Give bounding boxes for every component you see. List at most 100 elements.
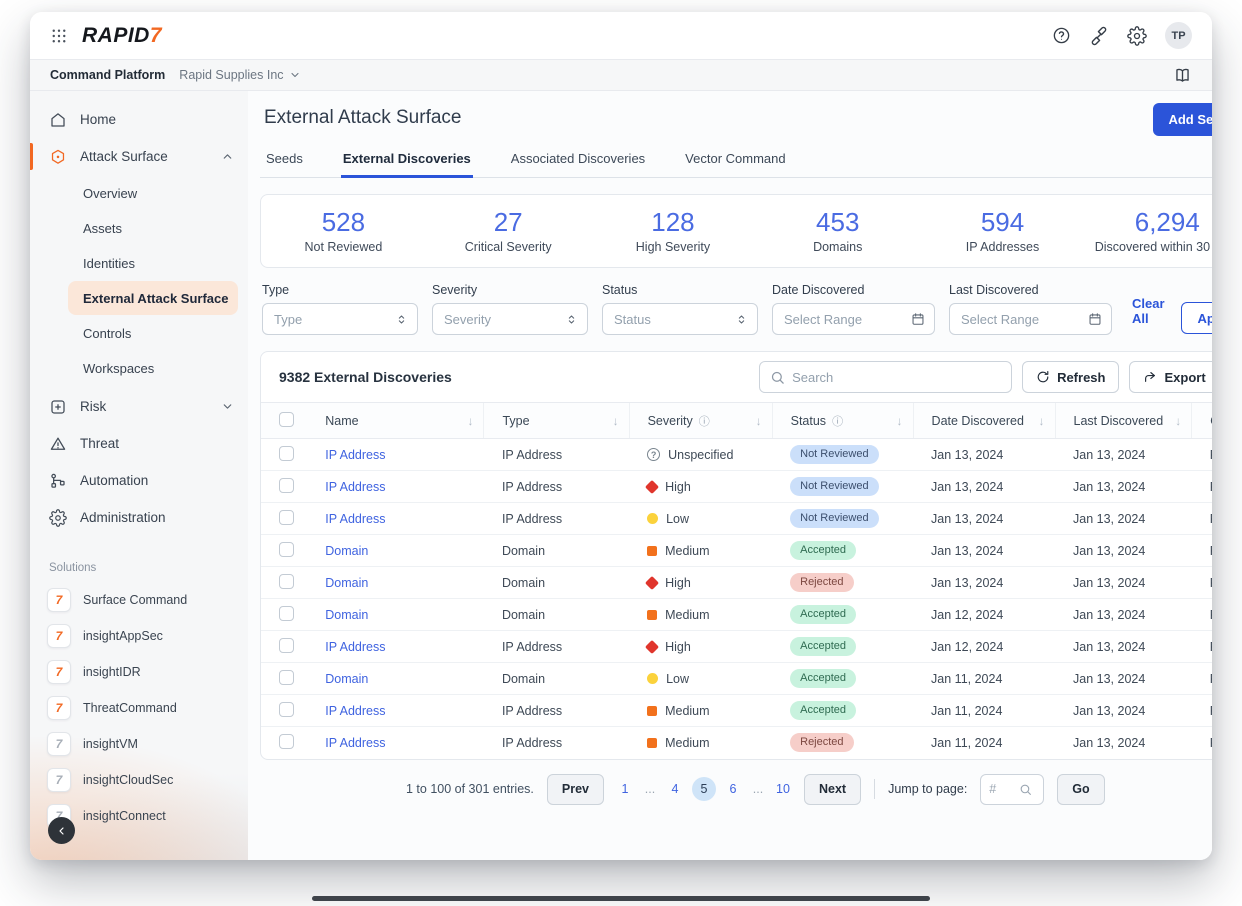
filter-label: Status bbox=[602, 283, 758, 297]
solution-item[interactable]: 7 ThreatCommand bbox=[30, 690, 248, 726]
filter-selects: Type Type Severity Severity Status Statu… bbox=[262, 283, 758, 335]
next-page-button[interactable]: Next bbox=[804, 774, 861, 805]
sidebar-collapse-button[interactable] bbox=[48, 817, 75, 844]
row-checkbox[interactable] bbox=[279, 574, 294, 589]
row-name-link[interactable]: IP Address bbox=[325, 448, 385, 462]
gear-icon[interactable] bbox=[1127, 26, 1147, 46]
severity-label: Low bbox=[666, 672, 689, 686]
row-type: IP Address bbox=[502, 480, 562, 494]
sidebar-item-risk[interactable]: Risk bbox=[30, 388, 248, 425]
column-header[interactable]: Owner ↓ bbox=[1192, 403, 1212, 439]
risk-icon bbox=[49, 398, 67, 416]
row-type: IP Address bbox=[502, 448, 562, 462]
page-number[interactable]: 5 bbox=[692, 777, 716, 801]
row-name-link[interactable]: IP Address bbox=[325, 512, 385, 526]
sidebar-subitem[interactable]: External Attack Surface bbox=[68, 281, 238, 315]
row-checkbox[interactable] bbox=[279, 606, 294, 621]
filter-select[interactable]: Type bbox=[262, 303, 418, 335]
info-icon[interactable]: ⓘ bbox=[699, 413, 710, 429]
apply-button[interactable]: Apply bbox=[1181, 302, 1212, 334]
sidebar-subitem[interactable]: Controls bbox=[30, 316, 238, 350]
stat-value: 128 bbox=[591, 206, 756, 238]
sidebar-subitem[interactable]: Assets bbox=[30, 211, 238, 245]
column-header[interactable]: Type ↓ bbox=[484, 403, 629, 439]
column-header[interactable]: Severity ⓘ ↓ bbox=[629, 403, 772, 439]
column-header[interactable]: Status ⓘ ↓ bbox=[772, 403, 913, 439]
date-range-picker[interactable]: Select Range bbox=[772, 303, 935, 335]
row-date-discovered: Jan 11, 2024 bbox=[931, 672, 1002, 686]
sidebar-item-threat[interactable]: Threat bbox=[30, 425, 248, 462]
row-checkbox[interactable] bbox=[279, 478, 294, 493]
row-owner: RAPID bbox=[1210, 480, 1212, 494]
go-button[interactable]: Go bbox=[1057, 774, 1104, 805]
sidebar-subitem[interactable]: Workspaces bbox=[30, 351, 238, 385]
row-type: Domain bbox=[502, 544, 545, 558]
date-range-picker[interactable]: Select Range bbox=[949, 303, 1112, 335]
page-number[interactable]: 1 bbox=[617, 782, 633, 796]
filter-select[interactable]: Status bbox=[602, 303, 758, 335]
org-selector[interactable]: Rapid Supplies Inc bbox=[179, 68, 300, 82]
row-name-link[interactable]: Domain bbox=[325, 672, 368, 686]
row-checkbox[interactable] bbox=[279, 446, 294, 461]
select-all-checkbox[interactable] bbox=[279, 412, 294, 427]
row-checkbox[interactable] bbox=[279, 702, 294, 717]
refresh-button[interactable]: Refresh bbox=[1022, 361, 1119, 393]
tab[interactable]: Seeds bbox=[264, 145, 305, 178]
solution-item[interactable]: 7 insightVM bbox=[30, 726, 248, 762]
app-launcher-grid-icon[interactable] bbox=[50, 27, 68, 45]
column-header[interactable]: Last Discovered ↓ bbox=[1055, 403, 1192, 439]
sidebar-subitem[interactable]: Identities bbox=[30, 246, 238, 280]
docs-book-icon[interactable] bbox=[1173, 66, 1192, 85]
add-seeds-button[interactable]: Add Seeds bbox=[1153, 103, 1212, 136]
row-last-discovered: Jan 13, 2024 bbox=[1073, 704, 1145, 718]
tab[interactable]: Vector Command bbox=[683, 145, 787, 178]
solution-item[interactable]: 7 Surface Command bbox=[30, 582, 248, 618]
sidebar-item-administration[interactable]: Administration bbox=[30, 499, 248, 536]
export-button[interactable]: Export bbox=[1129, 361, 1212, 393]
tab-label: Associated Discoveries bbox=[511, 151, 645, 166]
jump-to-page-input[interactable] bbox=[989, 782, 1015, 796]
sidebar-item-attack-surface[interactable]: Attack Surface bbox=[30, 138, 248, 175]
row-name-link[interactable]: Domain bbox=[325, 576, 368, 590]
solution-item[interactable]: 7 insightIDR bbox=[30, 654, 248, 690]
column-header[interactable]: Date Discovered ↓ bbox=[913, 403, 1055, 439]
row-name-link[interactable]: Domain bbox=[325, 544, 368, 558]
filter-select[interactable]: Severity bbox=[432, 303, 588, 335]
column-header[interactable]: Name ↓ bbox=[307, 403, 484, 439]
row-name-link[interactable]: Domain bbox=[325, 608, 368, 622]
sidebar-item-label: Administration bbox=[80, 510, 166, 525]
solution-item[interactable]: 7 insightAppSec bbox=[30, 618, 248, 654]
row-checkbox[interactable] bbox=[279, 670, 294, 685]
row-name-link[interactable]: IP Address bbox=[325, 480, 385, 494]
page-number[interactable]: 10 bbox=[775, 782, 791, 796]
sidebar-item-home[interactable]: Home bbox=[30, 101, 248, 138]
row-name-link[interactable]: IP Address bbox=[325, 736, 385, 750]
sidebar-subitem[interactable]: Overview bbox=[30, 176, 238, 210]
page-number[interactable]: 4 bbox=[667, 782, 683, 796]
prev-page-button[interactable]: Prev bbox=[547, 774, 604, 805]
row-checkbox[interactable] bbox=[279, 638, 294, 653]
row-checkbox[interactable] bbox=[279, 510, 294, 525]
attack-surface-children: Overview Assets Identities External Atta… bbox=[30, 176, 248, 385]
table-row: Domain Domain Low Accepted Jan 11, 2024 … bbox=[261, 663, 1212, 695]
plugin-icon[interactable] bbox=[1089, 26, 1109, 46]
row-checkbox[interactable] bbox=[279, 542, 294, 557]
row-name-link[interactable]: IP Address bbox=[325, 640, 385, 654]
clear-all-button[interactable]: Clear All bbox=[1132, 296, 1165, 326]
page-number[interactable]: 6 bbox=[725, 782, 741, 796]
row-name-link[interactable]: IP Address bbox=[325, 704, 385, 718]
help-icon[interactable] bbox=[1052, 26, 1071, 45]
sidebar-item-automation[interactable]: Automation bbox=[30, 462, 248, 499]
user-avatar[interactable]: TP bbox=[1165, 22, 1192, 49]
solution-item[interactable]: 7 insightCloudSec bbox=[30, 762, 248, 798]
tab[interactable]: Associated Discoveries bbox=[509, 145, 647, 178]
column-label: Status bbox=[791, 414, 826, 428]
search-input[interactable] bbox=[792, 370, 1001, 385]
filter-placeholder: Status bbox=[614, 312, 651, 327]
tab[interactable]: External Discoveries bbox=[341, 145, 473, 178]
info-icon[interactable]: ⓘ bbox=[832, 413, 843, 429]
table-row: IP Address IP Address High Accepted Jan … bbox=[261, 631, 1212, 663]
platform-title: Command Platform bbox=[50, 68, 165, 82]
jump-input-wrapper bbox=[980, 774, 1044, 805]
row-checkbox[interactable] bbox=[279, 734, 294, 749]
